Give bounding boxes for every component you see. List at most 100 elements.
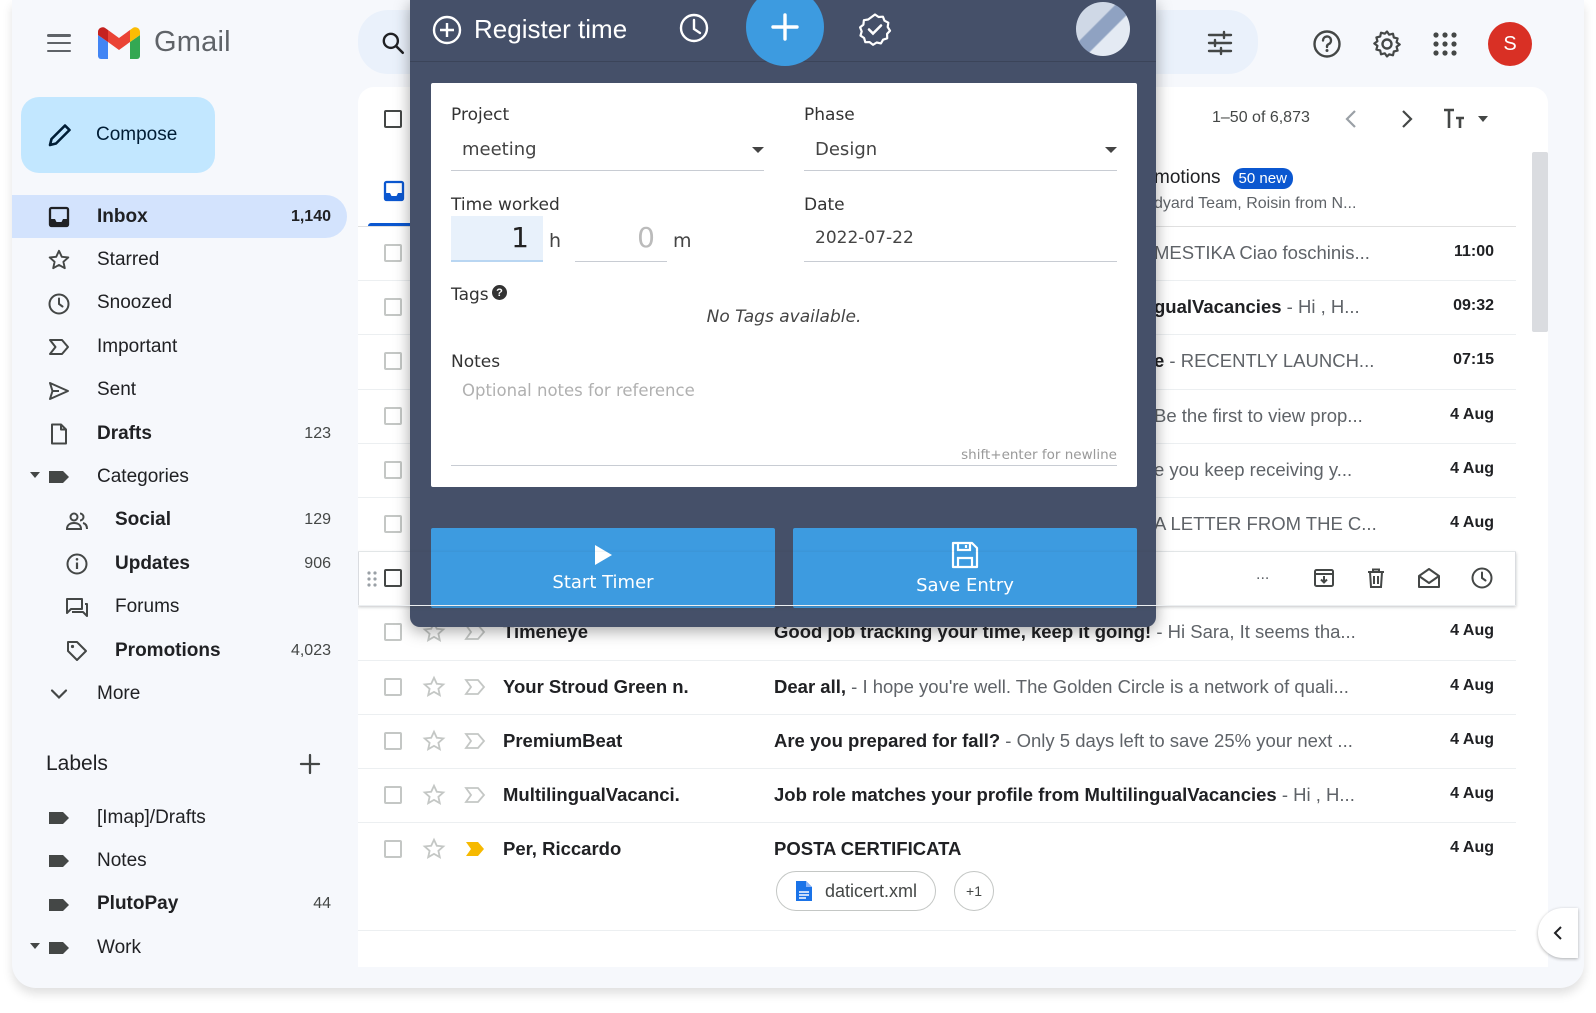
entry-form: Project meeting Phase Design Time worked… [431,83,1137,487]
sidebar-item-sent[interactable]: Sent [12,369,347,412]
project-value: meeting [462,139,537,160]
time-worked-label: Time worked [451,195,560,215]
sidebar-item-promotions[interactable]: Promotions 4,023 [12,629,347,672]
label-item-plutopay[interactable]: PlutoPay 44 [12,883,347,926]
label-item-name: [Imap]/Drafts [97,806,206,828]
archive-icon[interactable] [1312,566,1336,590]
email-subject: gualVacancies - Hi , H... [1154,296,1360,318]
mail-list-scrollbar[interactable] [1532,152,1548,332]
gmail-logo[interactable]: Gmail [98,26,231,59]
sidebar-item-snoozed[interactable]: Snoozed [12,282,347,325]
user-avatar[interactable] [1076,2,1130,56]
mark-read-envelope-icon[interactable] [1416,566,1442,590]
important-marker-icon[interactable] [464,731,486,751]
label-item-name: Work [97,936,141,958]
sidebar-item-count: 4,023 [290,641,331,659]
important-marker-icon[interactable] [464,785,486,805]
help-icon[interactable] [1312,29,1342,59]
label-item-imap-drafts[interactable]: [Imap]/Drafts [12,796,347,839]
hours-input[interactable]: 1 [451,216,543,262]
sidebar-item-updates[interactable]: Updates 906 [12,542,347,585]
drag-handle-icon[interactable] [366,570,378,588]
row-checkbox[interactable] [384,785,402,804]
account-avatar[interactable]: S [1488,22,1532,66]
email-row[interactable]: Your Stroud Green n. Dear all, - I hope … [358,661,1516,715]
row-checkbox[interactable] [384,569,402,588]
snooze-clock-icon[interactable] [1470,566,1494,590]
sidebar-item-more[interactable]: More [12,672,347,715]
row-checkbox[interactable] [384,298,402,317]
important-marker-icon[interactable] [464,839,486,859]
delete-trash-icon[interactable] [1364,566,1388,590]
row-checkbox[interactable] [384,731,402,750]
more-attachments-chip[interactable]: +1 [954,871,994,912]
minutes-input[interactable]: 0 [575,216,667,262]
chevron-right-icon[interactable] [1394,107,1418,131]
expand-caret-icon[interactable] [30,472,40,479]
sidebar-item-forums[interactable]: Forums [12,586,347,629]
row-checkbox[interactable] [384,352,402,371]
main-menu-button[interactable] [45,30,73,56]
timer-clock-icon[interactable] [678,12,710,44]
sidebar-item-social[interactable]: Social 129 [12,499,347,542]
attachment-chip[interactable]: daticert.xml [776,871,937,912]
row-checkbox[interactable] [384,840,402,859]
notes-textarea[interactable]: Optional notes for reference shift+enter… [451,373,1117,466]
row-checkbox[interactable] [384,623,402,642]
email-row-hovered[interactable]: ... [358,552,1516,607]
tab-promotions[interactable]: motions 50 new [1154,167,1293,189]
row-checkbox[interactable] [384,514,402,533]
tags-help-icon[interactable]: ? [492,285,507,300]
label-item-notes[interactable]: Notes [12,839,347,882]
email-row[interactable]: PremiumBeat Are you prepared for fall? -… [358,715,1516,769]
email-row[interactable]: Per, Riccardo POSTA CERTIFICATA 4 Aug da… [358,823,1516,932]
important-marker-icon[interactable] [464,677,486,697]
select-all-checkbox[interactable] [384,110,402,128]
sidebar-item-label: Important [97,335,178,357]
primary-tab-inbox-icon[interactable] [382,179,406,203]
add-label-plus-icon[interactable] [298,752,322,776]
chevron-left-icon[interactable] [1340,107,1364,131]
people-icon [65,512,88,530]
sidebar-item-categories[interactable]: Categories [12,455,347,498]
add-entry-button[interactable] [746,0,824,66]
verified-check-icon[interactable] [858,12,892,46]
row-checkbox[interactable] [384,677,402,696]
date-input[interactable]: 2022-07-22 [804,216,1117,262]
expand-caret-icon[interactable] [30,943,40,950]
sidebar-item-drafts[interactable]: Drafts 123 [12,412,347,455]
sidebar-item-starred[interactable]: Starred [12,238,347,281]
dropdown-arrow-icon [1105,147,1117,153]
row-checkbox[interactable] [384,406,402,425]
apps-grid-icon[interactable] [1432,31,1458,57]
label-item-work[interactable]: Work [12,926,347,969]
row-checkbox[interactable] [384,460,402,479]
register-time-title[interactable]: Register time [432,14,627,45]
email-row[interactable]: MultilingualVacanci. Job role matches yo… [358,769,1516,824]
star-icon[interactable] [422,675,446,699]
label-icon [49,898,69,911]
email-time: 4 Aug [1450,730,1494,748]
phase-label: Phase [804,105,855,125]
compose-button[interactable]: Compose [21,97,215,173]
dropdown-arrow-icon [752,147,764,153]
sidebar-item-label: Inbox [97,205,148,227]
row-checkbox[interactable] [384,244,402,262]
popup-header: Register time [410,0,1156,66]
star-icon[interactable] [422,837,446,861]
search-options-icon[interactable] [1206,30,1234,56]
email-subject-text: POSTA CERTIFICATA [774,838,962,860]
sidebar-item-inbox[interactable]: Inbox 1,140 [12,195,347,239]
project-select[interactable]: meeting [451,131,764,171]
plus-icon [771,13,799,41]
sidebar-item-important[interactable]: Important [12,325,347,368]
star-icon[interactable] [422,729,446,753]
input-tools-button[interactable] [1442,107,1488,131]
sidebar-item-label: Starred [97,249,160,271]
settings-gear-icon[interactable] [1372,29,1402,59]
phase-select[interactable]: Design [804,131,1117,171]
search-icon[interactable] [380,30,406,56]
add-circle-icon [432,15,462,44]
labels-heading: Labels [46,752,108,775]
star-icon[interactable] [422,783,446,807]
